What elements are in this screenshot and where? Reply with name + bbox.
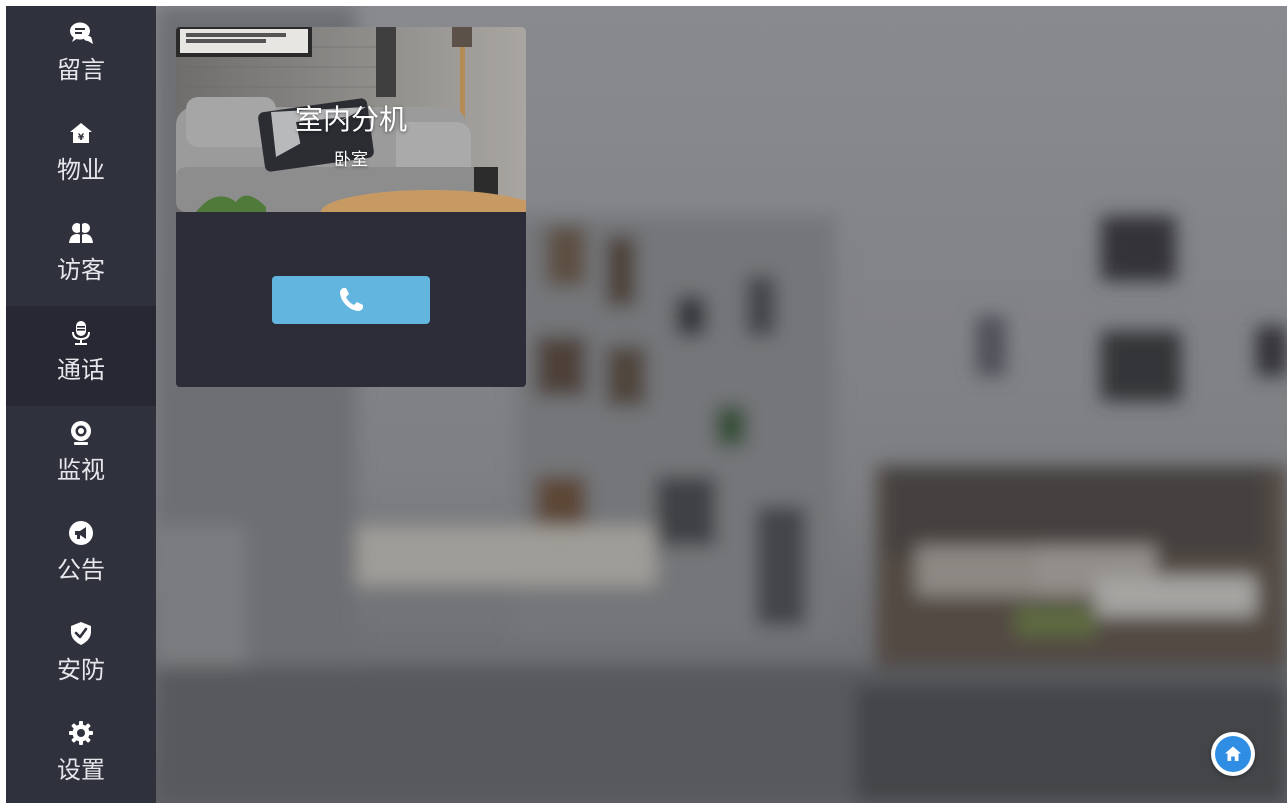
- sidebar-item-label: 通话: [57, 356, 105, 384]
- webcam-icon: [71, 421, 91, 445]
- sidebar-item-settings[interactable]: 设置: [6, 706, 156, 803]
- home-button[interactable]: [1211, 732, 1255, 776]
- sidebar-item-monitor[interactable]: 监视: [6, 406, 156, 506]
- phone-icon: [340, 288, 363, 311]
- microphone-icon: [72, 321, 90, 345]
- megaphone-icon: [69, 521, 93, 545]
- sidebar-item-property[interactable]: ¥ 物业: [6, 106, 156, 206]
- sidebar-item-label: 访客: [57, 256, 105, 284]
- visitors-icon: [69, 223, 93, 244]
- house-yen-icon: ¥: [70, 123, 92, 143]
- sidebar-item-security[interactable]: 安防: [6, 606, 156, 706]
- sidebar-item-label: 安防: [57, 656, 105, 684]
- call-button[interactable]: [272, 276, 430, 324]
- indoor-unit-card: 室内分机 卧室: [176, 27, 526, 387]
- svg-text:¥: ¥: [78, 133, 85, 143]
- sidebar-item-call[interactable]: 通话: [6, 306, 156, 406]
- sidebar-item-label: 监视: [57, 456, 105, 484]
- sidebar-item-label: 物业: [57, 156, 105, 184]
- sidebar-item-notice[interactable]: 公告: [6, 506, 156, 606]
- home-button-circle: [1215, 736, 1251, 772]
- sidebar-item-label: 设置: [57, 756, 105, 784]
- sidebar-item-visitor[interactable]: 访客: [6, 206, 156, 306]
- sidebar-item-message[interactable]: 留言: [6, 6, 156, 106]
- card-subtitle: 卧室: [334, 150, 368, 170]
- card-title: 室内分机: [294, 103, 407, 136]
- gear-icon: [69, 721, 93, 745]
- chat-bubbles-icon: [70, 22, 93, 44]
- home-icon: [1225, 746, 1241, 761]
- sidebar-item-label: 留言: [57, 56, 105, 84]
- shield-check-icon: [71, 622, 91, 645]
- room-photo: 室内分机 卧室: [176, 27, 526, 212]
- screen: 留言 ¥ 物业 访客 通话 监视 公告 安防 设置 室内分机 卧室: [0, 0, 1287, 803]
- sidebar: 留言 ¥ 物业 访客 通话 监视 公告 安防 设置: [6, 6, 156, 803]
- sidebar-item-label: 公告: [57, 556, 105, 584]
